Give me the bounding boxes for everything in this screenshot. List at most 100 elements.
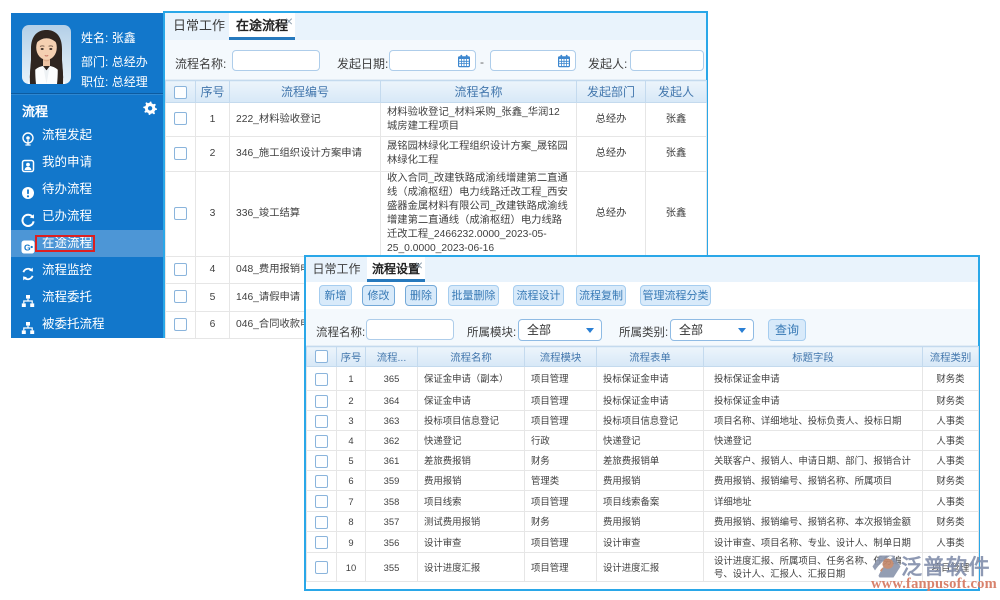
date-from-input[interactable] — [389, 50, 476, 71]
add-button[interactable]: 新增 — [319, 285, 352, 306]
cell-no: 5 — [336, 450, 366, 471]
table-row[interactable]: 2 364 保证金申请 项目管理 投标保证金申请 投标保证金申请 财务类 — [306, 390, 979, 411]
sidebar-item-pending-flows[interactable]: 待办流程 — [11, 176, 165, 203]
sidebar-item-flow-delegate[interactable]: 流程委托 — [11, 284, 165, 311]
row-checkbox[interactable] — [315, 434, 328, 448]
column-header[interactable]: 流程编号 — [229, 80, 381, 103]
user-department: 部门: 总经办 — [81, 53, 148, 70]
sidebar-item-process-start[interactable]: 流程发起 — [11, 122, 165, 149]
column-header[interactable]: 流程名称 — [417, 346, 525, 367]
initiator-input[interactable] — [630, 50, 704, 71]
edit-button[interactable]: 修改 — [362, 285, 395, 306]
column-header[interactable]: 流程类别 — [922, 346, 979, 367]
transit-icon: G — [21, 237, 35, 253]
sidebar-item-finished-flows[interactable]: 已办流程 — [11, 203, 165, 230]
cell-category: 人事类 — [922, 410, 979, 431]
cell-module: 项目管理 — [524, 531, 597, 553]
query-button[interactable]: 查询 — [768, 319, 806, 341]
column-header[interactable]: 标题字段 — [703, 346, 923, 367]
cell-module: 项目管理 — [524, 490, 597, 512]
module-select[interactable]: 全部 — [518, 319, 602, 341]
table-row[interactable]: 1 222_材料验收登记 材料验收登记_材料采购_张鑫_华润12城房建工程项目 总经办… — [165, 102, 707, 137]
select-value: 全部 — [527, 323, 552, 337]
cell-fields: 设计进度汇报、所属项目、任务名称、任务编号、设计人、汇报人、汇报日期 — [703, 552, 923, 582]
svg-text:G: G — [24, 242, 31, 252]
row-checkbox[interactable] — [174, 262, 187, 276]
cell-name: 项目线索 — [417, 490, 525, 512]
tab-flow-settings[interactable]: 流程设置 × — [367, 257, 425, 282]
row-checkbox[interactable] — [174, 290, 187, 304]
sidebar-section-header: 流程 — [11, 93, 165, 122]
calendar-icon[interactable] — [557, 54, 571, 68]
date-to-input[interactable] — [490, 50, 576, 71]
close-icon[interactable]: × — [285, 14, 293, 28]
cell-person: 张鑫 — [645, 171, 707, 257]
sidebar-item-label: 流程委托 — [42, 290, 93, 304]
cell-category: 财务类 — [922, 366, 979, 391]
row-checkbox[interactable] — [315, 394, 328, 408]
flow-design-button[interactable]: 流程设计 — [513, 285, 564, 306]
table-row[interactable]: 5 361 差旅费报销 财务 差旅费报销单 关联客户、报销人、申请日期、部门、报销合计 人事… — [306, 450, 979, 471]
select-all-checkbox[interactable] — [174, 85, 187, 99]
manage-flow-categories-button[interactable]: 管理流程分类 — [640, 285, 711, 306]
flow-name-label: 流程名称: — [316, 327, 366, 339]
tab-daily-work[interactable]: 日常工作 — [306, 257, 367, 282]
select-all-checkbox[interactable] — [315, 350, 328, 363]
category-select[interactable]: 全部 — [670, 319, 754, 341]
cell-no: 9 — [336, 531, 366, 553]
cell-no: 4 — [195, 256, 230, 284]
row-checkbox[interactable] — [174, 146, 187, 160]
column-header[interactable]: 发起部门 — [576, 80, 646, 103]
column-header[interactable]: 流程... — [365, 346, 418, 367]
tab-daily-work[interactable]: 日常工作 — [173, 13, 225, 40]
close-icon[interactable]: × — [415, 258, 423, 272]
table-row[interactable]: 3 363 投标项目信息登记 项目管理 投标项目信息登记 项目名称、详细地址、投标负责人、… — [306, 410, 979, 431]
win2-toolbar: 新增 修改 删除 批量删除 流程设计 流程复制 管理流程分类 — [306, 282, 978, 309]
batch-delete-button[interactable]: 批量删除 — [448, 285, 499, 306]
cell-module: 项目管理 — [524, 410, 597, 431]
row-checkbox[interactable] — [315, 495, 328, 508]
table-row[interactable]: 10 355 设计进度汇报 项目管理 设计进度汇报 设计进度汇报、所属项目、任务名称、任务… — [306, 552, 979, 582]
delete-button[interactable]: 删除 — [405, 285, 437, 306]
column-header[interactable]: 流程表单 — [596, 346, 704, 367]
row-checkbox[interactable] — [315, 454, 328, 468]
gear-icon[interactable] — [143, 101, 157, 115]
cell-name: 费用报销 — [417, 470, 525, 491]
sidebar-item-in-transit-flows[interactable]: G 在途流程 — [11, 230, 165, 257]
row-checkbox[interactable] — [315, 414, 328, 428]
row-checkbox[interactable] — [315, 536, 328, 549]
flow-name-input[interactable] — [366, 319, 454, 340]
tab-in-transit-flows[interactable]: 在途流程 × — [229, 13, 295, 40]
sidebar-item-delegated-flows[interactable]: 被委托流程 — [11, 311, 165, 338]
sidebar-item-flow-monitor[interactable]: 流程监控 — [11, 257, 165, 284]
column-header[interactable]: 发起人 — [645, 80, 707, 103]
column-header[interactable]: 流程模块 — [524, 346, 597, 367]
cell-module: 财务 — [524, 511, 597, 532]
table-row[interactable]: 4 362 快递登记 行政 快递登记 快递登记 人事类 — [306, 430, 979, 451]
row-checkbox[interactable] — [174, 206, 187, 220]
table-row[interactable]: 6 359 费用报销 管理类 费用报销 费用报销、报销编号、报销名称、所属项目 财务类 — [306, 470, 979, 491]
table-row[interactable]: 1 365 保证金申请（副本） 项目管理 投标保证金申请 投标保证金申请 财务类 — [306, 366, 979, 391]
column-header[interactable]: 序号 — [336, 346, 366, 367]
cell-name: 设计进度汇报 — [417, 552, 525, 582]
column-header[interactable]: 序号 — [195, 80, 230, 103]
cell-form: 设计进度汇报 — [596, 552, 704, 582]
cell-module: 项目管理 — [524, 390, 597, 411]
row-checkbox[interactable] — [315, 474, 328, 488]
table-row[interactable]: 9 356 设计审查 项目管理 设计审查 设计审查、项目名称、专业、设计人、制单日期 人事类 — [306, 531, 979, 553]
flow-name-input[interactable] — [232, 50, 320, 71]
table-row[interactable]: 8 357 测试费用报销 财务 费用报销 费用报销、报销编号、报销名称、本次报销金额 财务类 — [306, 511, 979, 532]
row-checkbox[interactable] — [315, 561, 328, 574]
row-checkbox[interactable] — [174, 112, 187, 126]
table-row[interactable]: 7 358 项目线索 项目管理 项目线索备案 详细地址 人事类 — [306, 490, 979, 512]
table-row[interactable]: 3 336_竣工结算 收入合同_改建铁路成渝线增建第二直通线（成渝枢纽）电力线路迁改… — [165, 171, 707, 257]
cell-code: 365 — [365, 366, 418, 391]
flow-copy-button[interactable]: 流程复制 — [576, 285, 626, 306]
row-checkbox[interactable] — [174, 317, 187, 331]
row-checkbox[interactable] — [315, 372, 328, 386]
table-row[interactable]: 2 346_施工组织设计方案申请 晟铭园林绿化工程组织设计方案_晟铭园林绿化工程 总经… — [165, 136, 707, 172]
column-header[interactable]: 流程名称 — [380, 80, 577, 103]
calendar-icon[interactable] — [457, 54, 471, 68]
sidebar-item-my-applications[interactable]: 我的申请 — [11, 149, 165, 176]
row-checkbox[interactable] — [315, 515, 328, 529]
